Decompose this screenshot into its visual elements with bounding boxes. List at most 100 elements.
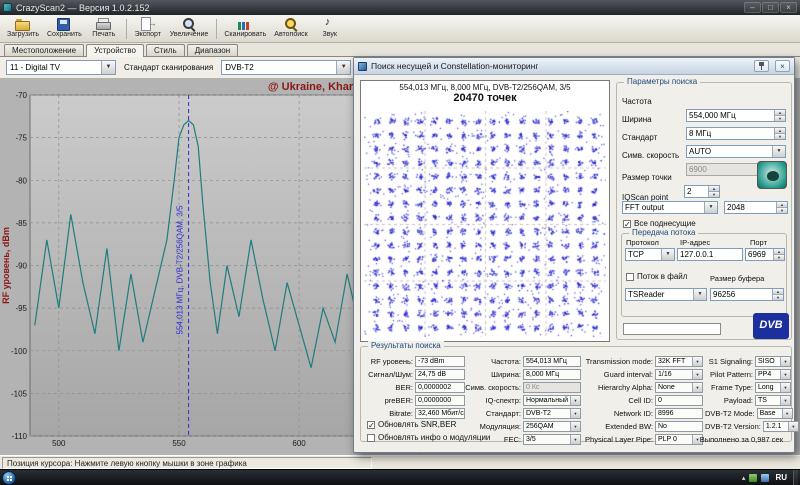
ip-address-input[interactable]: 127.0.0.1 [677, 248, 743, 261]
tab-location[interactable]: Местоположение [4, 44, 84, 56]
show-desktop-button[interactable] [793, 470, 798, 485]
tab-style[interactable]: Стиль [146, 44, 185, 56]
autosearch-button[interactable]: Автопоиск [270, 16, 311, 42]
zoom-icon [181, 17, 197, 31]
result-row: Hierarchy Alpha: None [583, 381, 703, 394]
result-value[interactable]: None [655, 382, 703, 393]
scan-standard-label: Стандарт сканирования [124, 63, 213, 72]
tab-strip: Местоположение Устройство Стиль Диапазон [0, 43, 800, 57]
app-window: CrazyScan2 — Версия 1.0.2.152 – □ × Загр… [0, 0, 800, 485]
svg-text:-70: -70 [15, 91, 27, 100]
close-button[interactable]: × [780, 2, 797, 13]
result-value[interactable]: 24,75 dB [415, 369, 465, 380]
result-value[interactable]: 0,0000002 [415, 382, 465, 393]
carrier-search-dialog: Поиск несущей и Constellation-мониторинг… [353, 57, 795, 453]
result-value[interactable]: PLP 0 [655, 434, 703, 445]
language-indicator[interactable]: RU [773, 473, 789, 482]
result-row: IQ-спектр: Нормальный [465, 394, 581, 407]
buffer-size-label: Размер буфера [710, 274, 764, 283]
buffer-size-input[interactable]: 96256 ▲▼ [710, 288, 784, 301]
constellation-plot[interactable] [364, 111, 606, 337]
start-button[interactable] [2, 471, 16, 485]
result-row: Frame Type: Long [705, 381, 791, 394]
load-button[interactable]: Загрузить [3, 16, 43, 42]
result-value[interactable]: SISO [755, 356, 791, 367]
search-results-group: Результаты поиска RF уровень: -73 dBm Си… [360, 346, 792, 442]
window-titlebar[interactable]: CrazyScan2 — Версия 1.0.2.152 – □ × [0, 0, 800, 15]
result-value[interactable]: 1.2.1 [763, 421, 799, 432]
pin-button[interactable] [754, 60, 769, 72]
stream-to-file-checkbox[interactable]: Поток в файл [626, 272, 687, 281]
save-button[interactable]: Сохранить [43, 16, 86, 42]
spinner-buttons[interactable]: ▲▼ [772, 289, 783, 300]
tray-icon-1[interactable] [749, 474, 757, 482]
result-value[interactable]: Нормальный [523, 395, 581, 406]
result-value[interactable]: Long [755, 382, 791, 393]
fft-size-input[interactable]: 2048 ▲▼ [724, 201, 788, 214]
sound-button[interactable]: Звук [312, 16, 348, 42]
tray-expand-icon[interactable]: ▴ [742, 474, 746, 482]
result-row: Частота: 554,013 МГц [465, 355, 581, 368]
constellation-points-count: 20470 точек [361, 92, 609, 104]
consumer-select[interactable]: TSReader [625, 288, 707, 301]
result-row: Pilot Pattern: PP4 [705, 368, 791, 381]
maximize-button[interactable]: □ [762, 2, 779, 13]
update-modulation-info-checkbox[interactable]: Обновлять инфо о модуляции [367, 433, 490, 442]
device-select[interactable]: 11 - Digital TV [6, 60, 116, 75]
svg-text:-110: -110 [12, 432, 28, 441]
scan-button[interactable]: Сканировать [220, 16, 270, 42]
result-value[interactable]: 0 [655, 395, 703, 406]
tray-icon-2[interactable] [761, 474, 769, 482]
export-icon [140, 17, 156, 31]
result-value[interactable]: 256QAM [523, 421, 581, 432]
result-label: DVB-T2 Mode: [705, 409, 757, 418]
result-value[interactable]: 32K FFT [655, 356, 703, 367]
result-label: Hierarchy Alpha: [583, 383, 655, 392]
iqscan-source-select[interactable]: FFT output [622, 201, 718, 214]
result-label: Частота: [465, 357, 523, 366]
zoom-button[interactable]: Увеличение [166, 16, 213, 42]
result-label: RF уровень: [365, 357, 415, 366]
result-value[interactable]: 3/5 [523, 434, 581, 445]
search-results-legend: Результаты поиска [368, 341, 444, 350]
app-icon [3, 3, 12, 12]
standard-label: Стандарт [622, 133, 657, 142]
spinner-buttons[interactable]: ▲▼ [773, 249, 784, 260]
print-button[interactable]: Печать [86, 16, 122, 42]
open-icon [15, 17, 31, 31]
result-value[interactable]: DVB-T2 [523, 408, 581, 419]
all-subcarriers-checkbox[interactable]: Все поднесущие [623, 219, 696, 228]
result-value[interactable]: 0 Кс [523, 382, 581, 393]
protocol-select[interactable]: TCP [625, 248, 675, 261]
result-value[interactable]: 8,000 МГц [523, 369, 581, 380]
svg-text:-90: -90 [15, 262, 27, 271]
result-row: Guard interval: 1/16 [583, 368, 703, 381]
spinner-buttons[interactable]: ▲▼ [776, 202, 787, 213]
result-value[interactable]: Base [757, 408, 793, 419]
result-value[interactable]: 8996 [655, 408, 703, 419]
result-label: preBER: [365, 396, 415, 405]
port-input[interactable]: 6969 ▲▼ [745, 248, 785, 261]
tab-device[interactable]: Устройство [86, 44, 144, 57]
result-value[interactable]: 554,013 МГц [523, 356, 581, 367]
result-value[interactable]: 32,460 Мбит/с [415, 408, 465, 419]
tab-range[interactable]: Диапазон [187, 44, 238, 56]
svg-text:-105: -105 [11, 389, 28, 398]
dialog-close-button[interactable]: × [775, 60, 790, 72]
result-value[interactable]: TS [755, 395, 791, 406]
svg-text:-85: -85 [15, 219, 27, 228]
dialog-titlebar[interactable]: Поиск несущей и Constellation-мониторинг… [354, 58, 794, 75]
update-snr-checkbox[interactable]: Обновлять SNR,BER [367, 420, 456, 429]
result-value[interactable]: PP4 [755, 369, 791, 380]
minimize-button[interactable]: – [744, 2, 761, 13]
result-value[interactable]: 0,0000000 [415, 395, 465, 406]
result-value[interactable]: -73 dBm [415, 356, 465, 367]
result-value[interactable]: 1/16 [655, 369, 703, 380]
result-label: Network ID: [583, 409, 655, 418]
export-button[interactable]: Экспорт [130, 16, 166, 42]
search-params-legend: Параметры поиска [624, 77, 700, 86]
crazycat-logo [757, 161, 787, 189]
result-value[interactable]: No [655, 421, 703, 432]
result-row: BER: 0,0000002 [365, 381, 465, 394]
scan-standard-select[interactable]: DVB-T2 [221, 60, 351, 75]
